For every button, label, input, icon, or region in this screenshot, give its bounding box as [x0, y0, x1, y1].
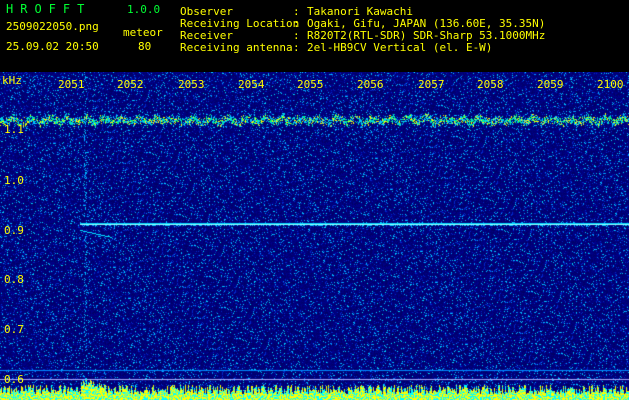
antenna-value: 2el-HB9CV Vertical (el. E-W): [307, 41, 493, 54]
x-tick: 2056: [357, 78, 384, 91]
x-tick: 2054: [238, 78, 265, 91]
x-tick: 2053: [178, 78, 205, 91]
antenna-label: Receiving antenna: [180, 41, 293, 54]
y-tick: 1.1: [4, 123, 24, 136]
x-tick: 2052: [117, 78, 144, 91]
antenna-colon: :: [293, 41, 300, 54]
x-tick: 2100: [597, 78, 624, 91]
axis-unit: kHz: [2, 74, 22, 87]
app-version: 1.0.0: [127, 3, 161, 16]
y-tick: 0.6: [4, 373, 24, 386]
app-title: HROFFT: [6, 2, 92, 16]
x-tick: 2059: [537, 78, 564, 91]
meteor-count: 80: [138, 40, 152, 53]
y-tick: 0.9: [4, 224, 24, 237]
meteor-label: meteor: [123, 26, 163, 39]
x-tick: 2057: [418, 78, 445, 91]
x-tick: 2058: [477, 78, 504, 91]
spectrogram: [0, 72, 629, 400]
filename: 2509022050.png: [6, 20, 99, 33]
y-tick: 0.8: [4, 273, 24, 286]
y-tick: 0.7: [4, 323, 24, 336]
y-tick: 1.0: [4, 174, 24, 187]
x-tick: 2055: [297, 78, 324, 91]
datetime: 25.09.02 20:50: [6, 40, 99, 53]
header-panel: HROFFT 1.0.0 2509022050.png meteor 25.09…: [0, 0, 629, 72]
x-tick: 2051: [58, 78, 85, 91]
